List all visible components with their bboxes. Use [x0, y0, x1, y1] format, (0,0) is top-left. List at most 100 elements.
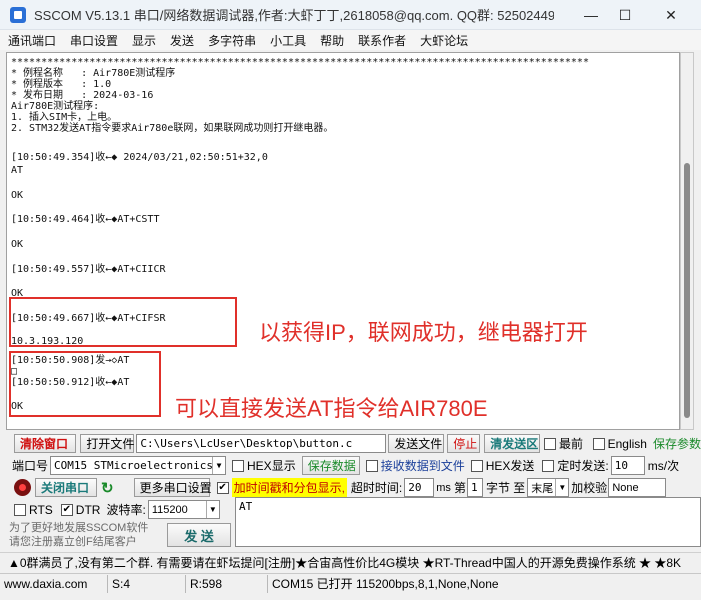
- annotation-ip-text: 以获得IP，联网成功，继电器打开: [259, 320, 588, 345]
- dtr-checkbox[interactable]: ✔: [60, 503, 73, 516]
- timestamp-checkbox[interactable]: ✔: [216, 481, 229, 494]
- recv-to-file-label: 接收数据到文件: [380, 459, 465, 473]
- baud-label: 波特率:: [106, 503, 146, 517]
- clear-send-button[interactable]: 清发送区: [484, 434, 541, 453]
- chevron-down-icon: ▼: [205, 501, 219, 518]
- latest-checkbox[interactable]: [544, 437, 556, 450]
- promo-line-1: 为了更好地发展SSCOM软件: [9, 522, 149, 534]
- receive-scrollbar[interactable]: [680, 52, 694, 430]
- timeout-input[interactable]: 20: [404, 478, 435, 497]
- window-title: SSCOM V5.13.1 串口/网络数据调试器,作者:大虾丁丁,2618058…: [34, 8, 554, 23]
- menu-display[interactable]: 显示: [132, 32, 156, 49]
- hex-display-label: HEX显示: [247, 459, 296, 473]
- byte-prefix: 第: [453, 481, 466, 495]
- port-value: COM15 STMicroelectronics S: [54, 459, 213, 472]
- status-received-count: R:598: [186, 574, 268, 593]
- checksum-label: 加校验: [571, 481, 608, 495]
- chevron-down-icon: ▼: [555, 479, 568, 496]
- latest-label: 最前: [558, 437, 583, 451]
- baud-select[interactable]: 115200 ▼: [147, 500, 220, 519]
- annotation-box-ip: [9, 297, 237, 347]
- english-label: English: [607, 436, 647, 451]
- refresh-icon[interactable]: ↻: [101, 479, 114, 497]
- port-row: 端口号 COM15 STMicroelectronics S ▼ HEX显示 保…: [0, 456, 701, 475]
- timed-unit-label: ms/次: [647, 459, 680, 473]
- status-sent-count: S:4: [108, 574, 186, 593]
- menu-comm-port[interactable]: 通讯端口: [8, 32, 56, 49]
- title-bar: SSCOM V5.13.1 串口/网络数据调试器,作者:大虾丁丁,2618058…: [0, 0, 701, 30]
- menu-contact[interactable]: 联系作者: [358, 32, 406, 49]
- menu-help[interactable]: 帮助: [320, 32, 344, 49]
- dtr-label: DTR: [75, 502, 101, 517]
- promo-text[interactable]: 为了更好地发展SSCOM软件 请您注册嘉立创F结尾客户: [9, 521, 148, 549]
- stop-button[interactable]: 停止: [447, 434, 481, 453]
- save-params-button[interactable]: 保存参数: [653, 434, 701, 453]
- more-settings-button[interactable]: 更多串口设置: [133, 478, 212, 497]
- menu-bar: 通讯端口 串口设置 显示 发送 多字符串 小工具 帮助 联系作者 大虾论坛: [0, 30, 701, 50]
- receive-line: * 例程名称 : Air780E测试程序: [11, 68, 176, 79]
- receive-line: Air780E测试程序:: [11, 101, 100, 112]
- timed-send-interval[interactable]: 10: [610, 456, 645, 475]
- menu-multi-string[interactable]: 多字符串: [208, 32, 256, 49]
- checksum-select[interactable]: None: [608, 478, 667, 497]
- receive-area[interactable]: OK [10:50:50.912]收←◆AT □ [10:50:50.908]发→◇A…: [6, 52, 680, 430]
- status-port-info: COM15 已打开 115200bps,8,1,None,None: [272, 577, 499, 591]
- english-checkbox[interactable]: [592, 437, 605, 450]
- byte-start-input[interactable]: 1: [466, 478, 483, 497]
- timestamp-label: 加时间戳和分包显示,: [231, 478, 347, 497]
- port-label: 端口号: [12, 459, 49, 473]
- open-row: 关闭串口 ↻ 更多串口设置 ✔ 加时间戳和分包显示, 超时时间: 20 ms 第…: [0, 478, 701, 497]
- receive-line: [10:50:49.354]收←◆ 2024/03/21,02:50:51+32…: [11, 152, 268, 163]
- receive-line: 2. STM32发送AT指令要求Air780e联网，如果联网成功则打开继电器。: [11, 123, 334, 134]
- receive-line: * 发布日期 : 2024-03-16: [11, 90, 154, 101]
- byte-suffix: 字节 至: [485, 481, 526, 495]
- tail-select[interactable]: 末尾 ▼: [527, 478, 570, 497]
- save-data-button[interactable]: 保存数据: [301, 456, 360, 475]
- receive-line: [10:50:49.464]收←◆AT+CSTT: [11, 214, 160, 225]
- receive-line: * 例程版本 : 1.0: [11, 79, 112, 90]
- receive-line: ****************************************…: [11, 57, 589, 68]
- menu-forum[interactable]: 大虾论坛: [420, 32, 468, 49]
- hex-send-label: HEX发送: [485, 459, 535, 473]
- baud-value: 115200: [151, 503, 188, 516]
- receive-line: OK: [11, 190, 24, 201]
- receive-line: OK: [11, 239, 24, 250]
- file-row: 清除窗口 打开文件 C:\Users\LcUser\Desktop\button…: [0, 434, 701, 453]
- close-port-button[interactable]: 关闭串口: [35, 478, 97, 497]
- close-button[interactable]: ✕: [649, 0, 693, 30]
- menu-serial-settings[interactable]: 串口设置: [70, 32, 118, 49]
- app-icon: [10, 6, 26, 23]
- port-status-icon: [14, 479, 31, 496]
- annotation-box-at: [9, 351, 161, 417]
- promo-line-2: 请您注册嘉立创F结尾客户: [9, 536, 137, 548]
- scroll-thumb[interactable]: [684, 163, 690, 418]
- status-website[interactable]: www.daxia.com: [0, 574, 108, 593]
- receive-line: 1. 插入SIM卡，上电。: [11, 112, 118, 123]
- timed-send-checkbox[interactable]: [542, 459, 555, 472]
- timed-send-label: 定时发送:: [557, 459, 609, 473]
- menu-tools[interactable]: 小工具: [270, 32, 306, 49]
- clear-window-button[interactable]: 清除窗口: [14, 434, 77, 453]
- menu-send[interactable]: 发送: [170, 32, 194, 49]
- send-file-button[interactable]: 发送文件: [388, 434, 445, 453]
- file-path-field[interactable]: C:\Users\LcUser\Desktop\button.c: [136, 434, 387, 453]
- hex-send-checkbox[interactable]: [470, 459, 483, 472]
- send-button[interactable]: 发 送: [167, 523, 231, 547]
- recv-to-file-checkbox[interactable]: [365, 459, 378, 472]
- rts-label: RTS: [29, 502, 53, 517]
- receive-line: AT: [11, 165, 24, 176]
- timeout-label: 超时时间:: [350, 481, 403, 495]
- receive-line: [10:50:49.557]收←◆AT+CIICR: [11, 264, 166, 275]
- annotation-at-text: 可以直接发送AT指令给AIR780E: [175, 396, 488, 421]
- timeout-unit: ms: [436, 481, 451, 494]
- rts-checkbox[interactable]: [14, 503, 26, 516]
- tail-value: 末尾: [531, 482, 554, 495]
- send-input[interactable]: AT: [235, 497, 701, 547]
- maximize-button[interactable]: ☐: [603, 0, 647, 30]
- open-file-button[interactable]: 打开文件: [80, 434, 134, 453]
- hex-display-checkbox[interactable]: [232, 459, 245, 472]
- port-select[interactable]: COM15 STMicroelectronics S ▼: [50, 456, 227, 475]
- news-ticker[interactable]: ▲0群满员了,没有第二个群. 有需要请在虾坛提问[注册]★合宙高性价比4G模块 …: [0, 552, 701, 572]
- chevron-down-icon: ▼: [212, 457, 225, 474]
- status-bar: www.daxia.com S:4 R:598 COM15 已打开 115200…: [0, 573, 701, 593]
